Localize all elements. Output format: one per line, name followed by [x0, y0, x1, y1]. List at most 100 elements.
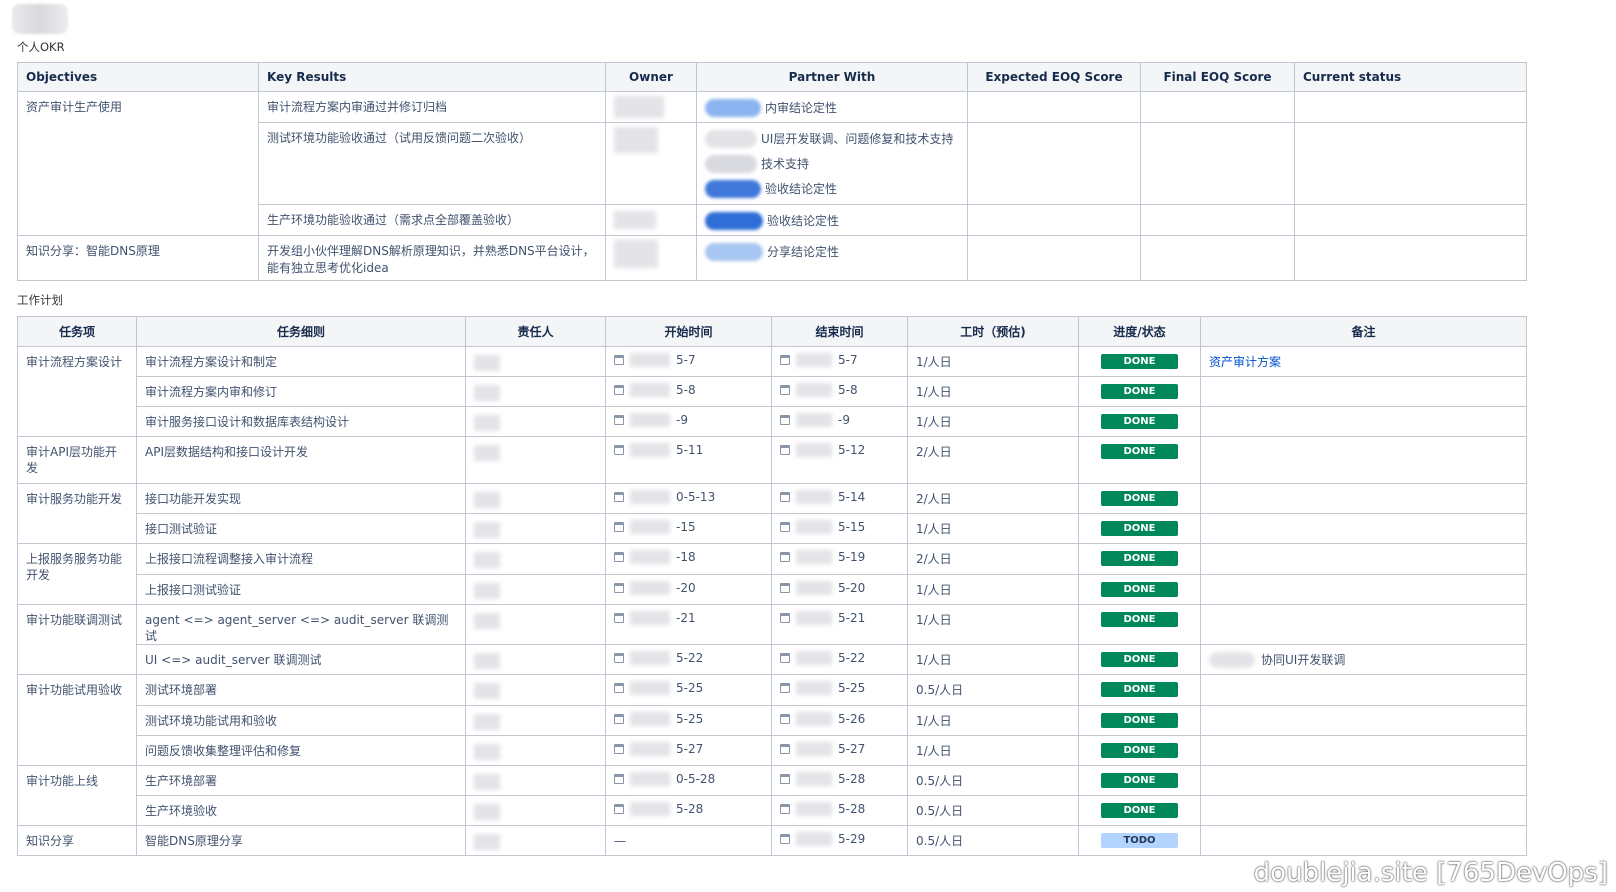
owner-avatar: [474, 683, 500, 699]
col-partner-with: Partner With: [696, 62, 968, 92]
key-result-text: 审计流程方案内审通过并修订归档: [267, 100, 448, 114]
start-date[interactable]: 0-5-28: [676, 772, 715, 786]
end-date[interactable]: 5-20: [838, 581, 865, 595]
start-date[interactable]: 5-25: [676, 712, 703, 726]
plan-row: 上报服务服务功能开发 上报接口流程调整接入审计流程 -18 5-19 2/人日 DONE: [17, 543, 1527, 605]
end-date[interactable]: 5-29: [838, 832, 865, 846]
calendar-icon: [614, 492, 624, 502]
end-date[interactable]: 5-28: [838, 772, 865, 786]
col-objectives: Objectives: [17, 62, 259, 92]
date-blur: [796, 413, 832, 427]
task-item-text: 审计流程方案设计: [26, 355, 123, 369]
end-date[interactable]: 5-15: [838, 520, 865, 534]
task-detail-text: 问题反馈收集整理评估和修复: [145, 744, 302, 758]
mention-chip[interactable]: [705, 179, 761, 198]
mention-chip[interactable]: [705, 154, 757, 173]
col-status: 进度/状态: [1078, 316, 1201, 347]
okr-row: 资产审计生产使用 审计流程方案内审通过并修订归档 内审结论定性: [17, 91, 1527, 236]
owner-avatar: [474, 583, 500, 599]
end-date[interactable]: -9: [838, 413, 850, 427]
calendar-icon: [614, 445, 624, 455]
date-blur: [796, 651, 832, 665]
end-date[interactable]: 5-12: [838, 443, 865, 457]
mention-chip[interactable]: [1209, 651, 1255, 668]
okr-row: 知识分享：智能DNS原理 开发组小伙伴理解DNS解析原理知识，并熟悉DNS平台设…: [17, 235, 1527, 281]
start-date[interactable]: 5-7: [676, 353, 696, 367]
plan-row: 接口测试验证 -15 5-15 1/人日 DONE: [18, 513, 1527, 544]
owner-avatar: [474, 714, 500, 730]
end-date[interactable]: 5-19: [838, 550, 865, 564]
task-detail-text: 测试环境功能试用和验收: [145, 714, 278, 728]
mention-chip[interactable]: [705, 211, 763, 230]
col-expected-score: Expected EOQ Score: [967, 62, 1141, 92]
key-result-text: 生产环境功能验收通过（需求点全部覆盖验收）: [267, 213, 520, 227]
date-blur: [796, 353, 832, 367]
date-blur: [630, 611, 670, 625]
start-date[interactable]: 5-11: [676, 443, 703, 457]
end-date[interactable]: 5-25: [838, 681, 865, 695]
date-blur: [796, 520, 832, 534]
status-badge: DONE: [1101, 582, 1178, 597]
mention-chip[interactable]: [705, 242, 763, 261]
status-badge: DONE: [1101, 713, 1178, 728]
start-date[interactable]: 5-28: [676, 802, 703, 816]
start-date[interactable]: -20: [676, 581, 696, 595]
start-date[interactable]: -9: [676, 413, 688, 427]
end-date[interactable]: 5-14: [838, 490, 865, 504]
task-detail-text: 审计流程方案设计和制定: [145, 355, 278, 369]
owner-avatar: [474, 552, 500, 568]
partner-text: 验收结论定性: [765, 182, 838, 196]
calendar-icon: [780, 774, 790, 784]
task-detail-text: 上报接口测试验证: [145, 583, 242, 597]
end-date[interactable]: 5-7: [838, 353, 858, 367]
calendar-icon: [780, 415, 790, 425]
end-date[interactable]: 5-26: [838, 712, 865, 726]
start-date[interactable]: 5-27: [676, 742, 703, 756]
plan-header-row: 任务项 任务细则 责任人 开始时间 结束时间 工时（预估) 进度/状态 备注: [17, 316, 1527, 347]
end-date[interactable]: 5-28: [838, 802, 865, 816]
plan-row: 审计流程方案内审和修订 5-8 5-8 1/人日 DONE: [18, 376, 1527, 407]
status-badge: DONE: [1101, 414, 1178, 429]
calendar-icon: [780, 385, 790, 395]
col-task-detail: 任务细则: [136, 316, 466, 347]
date-blur: [630, 520, 670, 534]
watermark-text: doublejia.site [765DevOps]: [1253, 858, 1608, 888]
mention-chip[interactable]: [705, 98, 761, 117]
task-detail-text: 审计服务接口设计和数据库表结构设计: [145, 415, 350, 429]
calendar-icon: [780, 522, 790, 532]
status-badge: DONE: [1101, 551, 1178, 566]
hours-text: 0.5/人日: [916, 683, 964, 697]
plan-row: 审计服务接口设计和数据库表结构设计 -9 -9 1/人日 DONE: [18, 406, 1527, 437]
start-date[interactable]: -15: [676, 520, 696, 534]
plan-row: 审计功能上线 生产环境部署 0-5-28 5-28 0.5/人日 DONE: [17, 765, 1527, 826]
start-date[interactable]: -21: [676, 611, 696, 625]
calendar-icon: [614, 774, 624, 784]
date-blur: [630, 651, 670, 665]
owner-avatar: [474, 385, 500, 401]
note-link[interactable]: 资产审计方案: [1209, 347, 1518, 370]
end-date[interactable]: 5-22: [838, 651, 865, 665]
end-date[interactable]: 5-21: [838, 611, 865, 625]
date-blur: [796, 490, 832, 504]
date-blur: [630, 581, 670, 595]
mention-chip[interactable]: [705, 129, 757, 148]
date-blur: [630, 772, 670, 786]
hours-text: 1/人日: [916, 653, 952, 667]
plan-section-title: 工作计划: [17, 293, 63, 307]
work-plan-table: 任务项 任务细则 责任人 开始时间 结束时间 工时（预估) 进度/状态 备注 审…: [17, 316, 1527, 856]
calendar-icon: [614, 522, 624, 532]
date-blur: [796, 742, 832, 756]
start-date[interactable]: -18: [676, 550, 696, 564]
end-date[interactable]: 5-27: [838, 742, 865, 756]
date-blur: [630, 413, 670, 427]
start-date[interactable]: 5-22: [676, 651, 703, 665]
end-date[interactable]: 5-8: [838, 383, 858, 397]
date-blur: [796, 383, 832, 397]
start-date[interactable]: 5-25: [676, 681, 703, 695]
start-date[interactable]: 0-5-13: [676, 490, 715, 504]
hours-text: 2/人日: [916, 552, 952, 566]
owner-avatar: [474, 804, 500, 820]
partner-text: 内审结论定性: [765, 101, 838, 115]
owner-avatar: [474, 613, 500, 629]
start-date[interactable]: 5-8: [676, 383, 696, 397]
